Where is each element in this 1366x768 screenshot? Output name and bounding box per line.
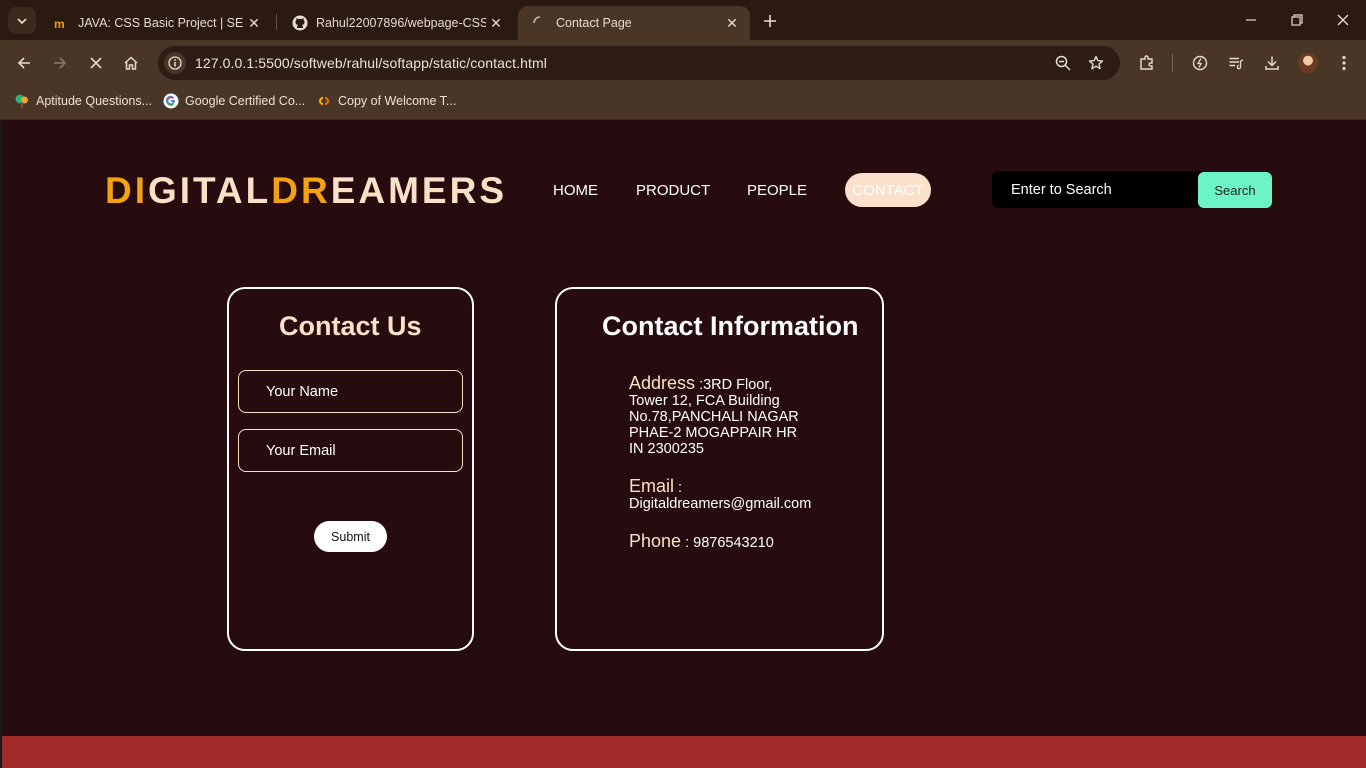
window-edge (0, 121, 2, 768)
downloads-button[interactable] (1260, 52, 1284, 74)
name-field[interactable] (238, 370, 463, 413)
address-line: PHAE-2 MOGAPPAIR HR (629, 425, 798, 441)
address-line: IN 2300235 (629, 441, 704, 457)
bookmark-label: Google Certified Co... (185, 94, 306, 108)
address-line: No.78,PANCHALI NAGAR (629, 409, 799, 425)
tab-title: JAVA: CSS Basic Project | SEC (78, 16, 244, 30)
home-button[interactable] (118, 52, 144, 74)
course-site-icon: m (54, 15, 70, 31)
svg-text:m: m (54, 17, 65, 29)
phone-separator: : (681, 535, 694, 551)
google-icon (163, 93, 179, 109)
phone-value[interactable]: 9876543210 (693, 535, 774, 551)
logo-text: EAMERS (330, 170, 508, 211)
bookmark-google-certified[interactable]: Google Certified Co... (163, 92, 305, 110)
github-icon (292, 15, 308, 31)
plus-icon (764, 15, 776, 27)
bookmark-copy-of-welcome[interactable]: Copy of Welcome T... (316, 92, 456, 110)
colab-icon (316, 93, 332, 109)
email-separator: : (674, 480, 683, 496)
arrow-left-icon (17, 57, 30, 69)
minimize-button[interactable] (1236, 8, 1266, 32)
email-label: Email (629, 476, 675, 496)
tree-icon (14, 93, 30, 109)
page-footer (2, 736, 1366, 768)
nav-people[interactable]: PEOPLE (747, 182, 807, 199)
address-separator: : (695, 377, 704, 393)
stop-loading-button[interactable] (83, 52, 109, 74)
zoom-out-icon (1055, 55, 1071, 71)
close-icon[interactable]: ✕ (244, 13, 264, 33)
submit-button[interactable]: Submit (314, 521, 387, 552)
arrow-right-icon (54, 57, 67, 69)
info-icon (168, 56, 182, 70)
menu-button[interactable] (1332, 52, 1356, 74)
logo-accent-text: DR (271, 170, 331, 211)
download-icon (1265, 56, 1279, 70)
tab-contact-page[interactable]: Contact Page ✕ (518, 6, 750, 40)
forward-button[interactable] (47, 52, 73, 74)
playlist-icon (1229, 57, 1244, 70)
tab-title: Contact Page (556, 16, 632, 30)
star-icon (1088, 55, 1104, 70)
loading-spinner-icon (532, 15, 548, 31)
back-button[interactable] (11, 52, 37, 74)
nav-home[interactable]: HOME (553, 182, 598, 199)
close-icon (1337, 14, 1349, 26)
restore-button[interactable] (1282, 8, 1312, 32)
zoom-button[interactable] (1052, 53, 1074, 73)
extensions-button[interactable] (1135, 52, 1159, 74)
address-label: Address (629, 373, 696, 393)
tab-search-button[interactable] (8, 7, 36, 34)
toolbar-divider (1172, 54, 1173, 72)
contact-form-title: Contact Us (279, 311, 422, 341)
close-window-button[interactable] (1328, 8, 1358, 32)
more-vertical-icon (1342, 55, 1346, 71)
tab-title: Rahul22007896/webpage-CSS- (316, 16, 486, 30)
puzzle-icon (1140, 55, 1153, 70)
bookmark-aptitude[interactable]: Aptitude Questions... (14, 92, 152, 110)
performance-button[interactable] (1188, 52, 1212, 74)
nav-product[interactable]: PRODUCT (636, 182, 710, 199)
restore-icon (1291, 14, 1303, 26)
email-field[interactable] (238, 429, 463, 472)
new-tab-button[interactable] (758, 9, 782, 33)
home-icon (124, 56, 138, 70)
phone-label: Phone (629, 531, 682, 551)
address-block: Address :3RD Floor, Tower 12, FCA Buildi… (629, 373, 859, 457)
close-icon[interactable]: ✕ (722, 13, 742, 33)
bookmark-label: Aptitude Questions... (36, 94, 153, 108)
tab-java-css[interactable]: m JAVA: CSS Basic Project | SEC ✕ (40, 6, 272, 40)
search-button[interactable]: Search (1198, 172, 1272, 208)
logo-text: GITAL (148, 170, 272, 211)
tab-github[interactable]: Rahul22007896/webpage-CSS- ✕ (278, 6, 514, 40)
logo-accent-text: DI (105, 170, 148, 211)
chevron-down-icon (17, 17, 27, 24)
address-line: 3RD Floor, (703, 377, 773, 393)
contact-info-title: Contact Information (602, 311, 859, 341)
address-line: Tower 12, FCA Building (629, 393, 780, 409)
search-input[interactable] (992, 171, 1202, 208)
close-icon[interactable]: ✕ (486, 13, 506, 33)
email-value[interactable]: Digitaldreamers@gmail.com (629, 496, 811, 512)
site-logo[interactable]: DIGITALDREAMERS (105, 170, 507, 212)
phone-block: Phone : 9876543210 (629, 531, 859, 551)
close-icon (90, 57, 102, 69)
media-controls-button[interactable] (1224, 52, 1248, 74)
site-info-button[interactable] (164, 52, 186, 74)
nav-contact[interactable]: CONTACT (845, 173, 931, 207)
profile-avatar[interactable] (1298, 53, 1318, 73)
bookmark-label: Copy of Welcome T... (338, 94, 457, 108)
bookmark-star-button[interactable] (1085, 53, 1107, 73)
tab-divider (276, 14, 277, 30)
minimize-icon (1246, 19, 1256, 21)
url-text[interactable]: 127.0.0.1:5500/softweb/rahul/softapp/sta… (195, 55, 547, 71)
email-block: Email : Digitaldreamers@gmail.com (629, 476, 859, 512)
speed-icon (1192, 55, 1208, 71)
